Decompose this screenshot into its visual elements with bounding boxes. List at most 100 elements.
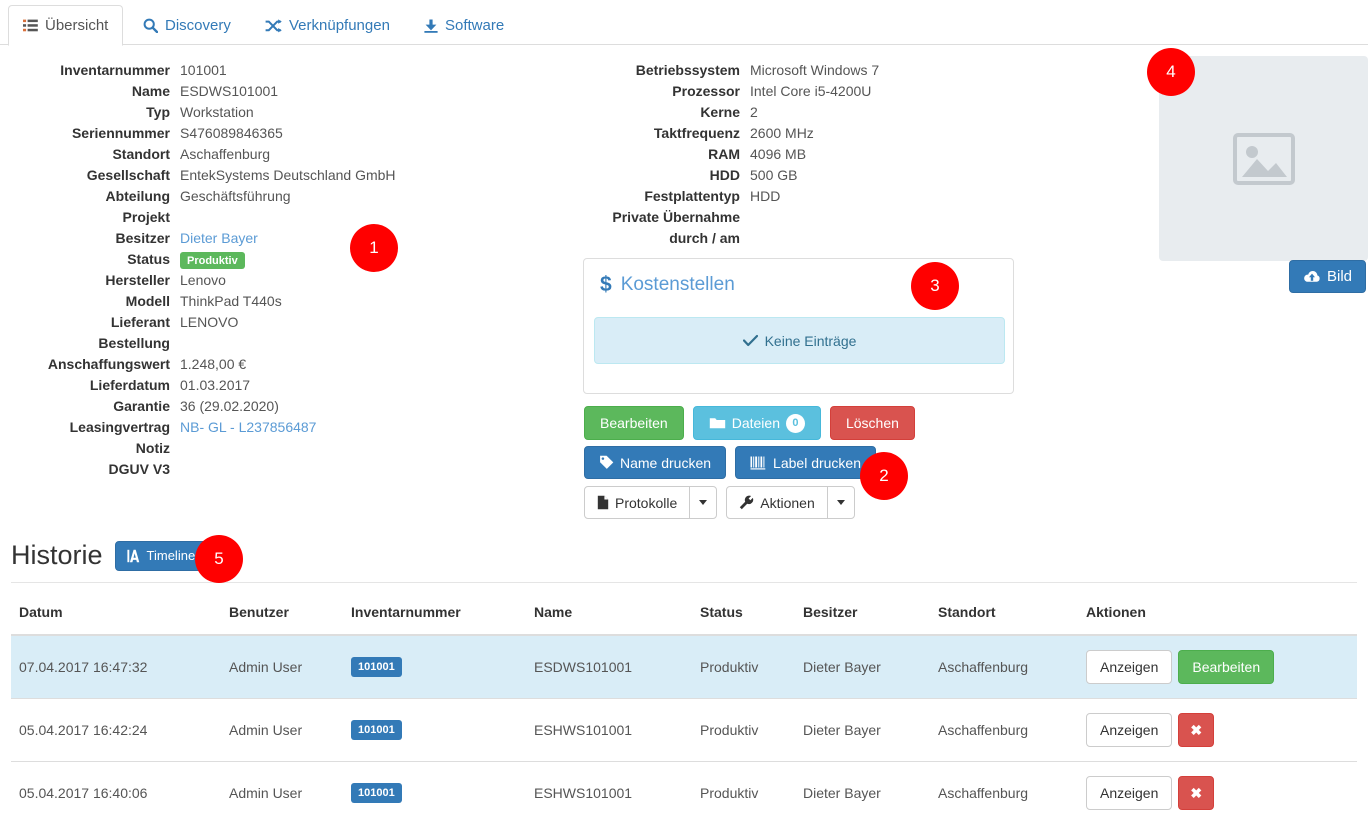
detail-label: durch / am — [669, 230, 740, 246]
protocols-button[interactable]: Protokolle — [584, 486, 691, 519]
detail-row: Gesellschaft EntekSystems Deutschland Gmb… — [0, 165, 420, 185]
barcode-icon — [750, 456, 767, 470]
detail-value: Aschaffenburg — [180, 146, 271, 162]
cell-name: ESHWS101001 — [526, 698, 692, 762]
secondary-action-button-row: Protokolle Aktionen — [584, 486, 855, 519]
files-button[interactable]: Dateien 0 — [692, 406, 821, 440]
row-anzeigen-button[interactable]: Anzeigen — [1086, 776, 1173, 810]
row-anzeigen-button[interactable]: Anzeigen — [1086, 650, 1173, 684]
tab-discovery[interactable]: Discovery — [129, 6, 245, 45]
detail-row: Seriennummer S476089846365 — [0, 123, 420, 143]
detail-label: Betriebssystem — [635, 62, 740, 78]
table-row[interactable]: 05.04.2017 16:40:06 Admin User 101001 ESHWS… — [11, 761, 1357, 817]
cell-inventarnummer: 101001 — [343, 634, 526, 699]
delete-button-label: Löschen — [845, 415, 899, 431]
detail-value: Intel Core i5-4200U — [750, 83, 872, 99]
detail-label: Standort — [112, 146, 170, 162]
detail-value: 4096 MB — [750, 146, 807, 162]
file-icon — [597, 495, 609, 510]
column-header-inventarnummer: Inventarnummer — [343, 596, 526, 636]
detail-row: Garantie 36 (29.02.2020) — [0, 396, 420, 416]
protocols-button-label: Protokolle — [615, 494, 678, 511]
detail-value: Microsoft Windows 7 — [750, 62, 880, 78]
table-row[interactable]: 05.04.2017 16:42:24 Admin User 101001 ESHWS… — [11, 698, 1357, 762]
detail-value: 2600 MHz — [750, 125, 814, 141]
inventory-number-badge[interactable]: 101001 — [351, 657, 402, 677]
cell-inventarnummer: 101001 — [343, 698, 526, 762]
detail-row: RAM 4096 MB — [580, 144, 1000, 164]
history-table-body: 07.04.2017 16:47:32 Admin User 101001 ESDWS… — [11, 634, 1357, 817]
detail-label: Besitzer — [115, 230, 170, 246]
detail-label: Anschaffungswert — [47, 356, 170, 372]
protocols-dropdown-toggle[interactable] — [689, 486, 718, 519]
asset-image-placeholder[interactable] — [1159, 56, 1368, 261]
detail-value: 1.248,00 € — [180, 356, 247, 372]
detail-row: Hersteller Lenovo — [0, 270, 420, 290]
actions-button[interactable]: Aktionen — [726, 486, 828, 519]
detail-row: Private Übernahme — [580, 207, 1000, 227]
detail-row: Leasingvertrag NB- GL - L237856487 — [0, 417, 420, 437]
tab-verkn-pfungen[interactable]: Verknüpfungen — [251, 6, 404, 45]
detail-row: Prozessor Intel Core i5-4200U — [580, 81, 1000, 101]
detail-value: 36 (29.02.2020) — [180, 398, 279, 414]
tab-label: Software — [445, 17, 505, 34]
detail-label: Hersteller — [105, 272, 170, 288]
detail-value: Workstation — [180, 104, 254, 120]
detail-row: Bestellung — [0, 333, 420, 353]
detail-label: Leasingvertrag — [69, 419, 170, 435]
row-anzeigen-button[interactable]: Anzeigen — [1086, 713, 1173, 747]
timeline-button[interactable]: Timeline — [114, 540, 208, 571]
check-icon — [742, 334, 758, 347]
print-label-button-label: Label drucken — [773, 454, 861, 471]
chevron-down-icon — [699, 500, 708, 505]
detail-row: DGUV V3 — [0, 459, 420, 479]
detail-row: Typ Workstation — [0, 102, 420, 122]
print-name-button[interactable]: Name drucken — [584, 446, 727, 479]
detail-label: Typ — [146, 104, 170, 120]
annotation-marker-5: 5 — [195, 535, 243, 583]
detail-label: Projekt — [122, 209, 170, 225]
tab--bersicht[interactable]: Übersicht — [8, 5, 124, 46]
cell-datum: 05.04.2017 16:42:24 — [11, 698, 221, 762]
cell-besitzer: Dieter Bayer — [795, 698, 930, 762]
detail-value: S476089846365 — [180, 125, 283, 141]
detail-row: durch / am — [580, 228, 1000, 248]
tab-software[interactable]: Software — [410, 6, 518, 45]
detail-label: HDD — [709, 167, 740, 183]
tab-label: Übersicht — [45, 17, 109, 34]
actions-dropdown-toggle[interactable] — [826, 486, 855, 519]
detail-value[interactable]: NB- GL - L237856487 — [180, 417, 420, 437]
detail-label: Festplattentyp — [644, 188, 740, 204]
detail-value: ThinkPad T440s — [180, 293, 282, 309]
tab-bar: Übersicht Discovery Verknüpfungen Software — [0, 0, 1368, 46]
upload-image-button[interactable]: Bild — [1289, 260, 1367, 293]
delete-button[interactable]: Löschen — [829, 406, 915, 440]
row-delete-button[interactable]: ✖ — [1178, 713, 1215, 747]
protocols-button-group: Protokolle — [584, 486, 718, 519]
cost-centers-empty-text: Keine Einträge — [764, 332, 857, 349]
table-row[interactable]: 07.04.2017 16:47:32 Admin User 101001 ESDWS… — [11, 634, 1357, 699]
detail-row: Betriebssystem Microsoft Windows 7 — [580, 60, 1000, 80]
inventory-number-badge[interactable]: 101001 — [351, 720, 402, 740]
tab-label: Discovery — [165, 17, 231, 34]
inventory-number-badge[interactable]: 101001 — [351, 783, 402, 803]
detail-value: 101001 — [180, 62, 227, 78]
annotation-marker-4: 4 — [1147, 48, 1195, 96]
detail-label: Bestellung — [98, 335, 170, 351]
detail-row: Lieferant LENOVO — [0, 312, 420, 332]
print-label-button[interactable]: Label drucken — [735, 446, 876, 479]
detail-label: Kerne — [700, 104, 740, 120]
detail-value: Geschäftsführung — [180, 188, 291, 204]
detail-value: 500 GB — [750, 167, 798, 183]
annotation-marker-3: 3 — [911, 262, 959, 310]
cell-benutzer: Admin User — [221, 761, 343, 817]
edit-button[interactable]: Bearbeiten — [584, 406, 684, 440]
row-delete-button[interactable]: ✖ — [1178, 776, 1215, 810]
cell-status: Produktiv — [692, 698, 795, 762]
column-header-benutzer: Benutzer — [221, 596, 343, 636]
detail-row: Projekt — [0, 207, 420, 227]
detail-row: HDD 500 GB — [580, 165, 1000, 185]
cell-aktionen: Anzeigen ✖ — [1078, 761, 1357, 817]
row-bearbeiten-button[interactable]: Bearbeiten — [1178, 650, 1275, 684]
row-action-group: Anzeigen Bearbeiten — [1086, 650, 1349, 684]
